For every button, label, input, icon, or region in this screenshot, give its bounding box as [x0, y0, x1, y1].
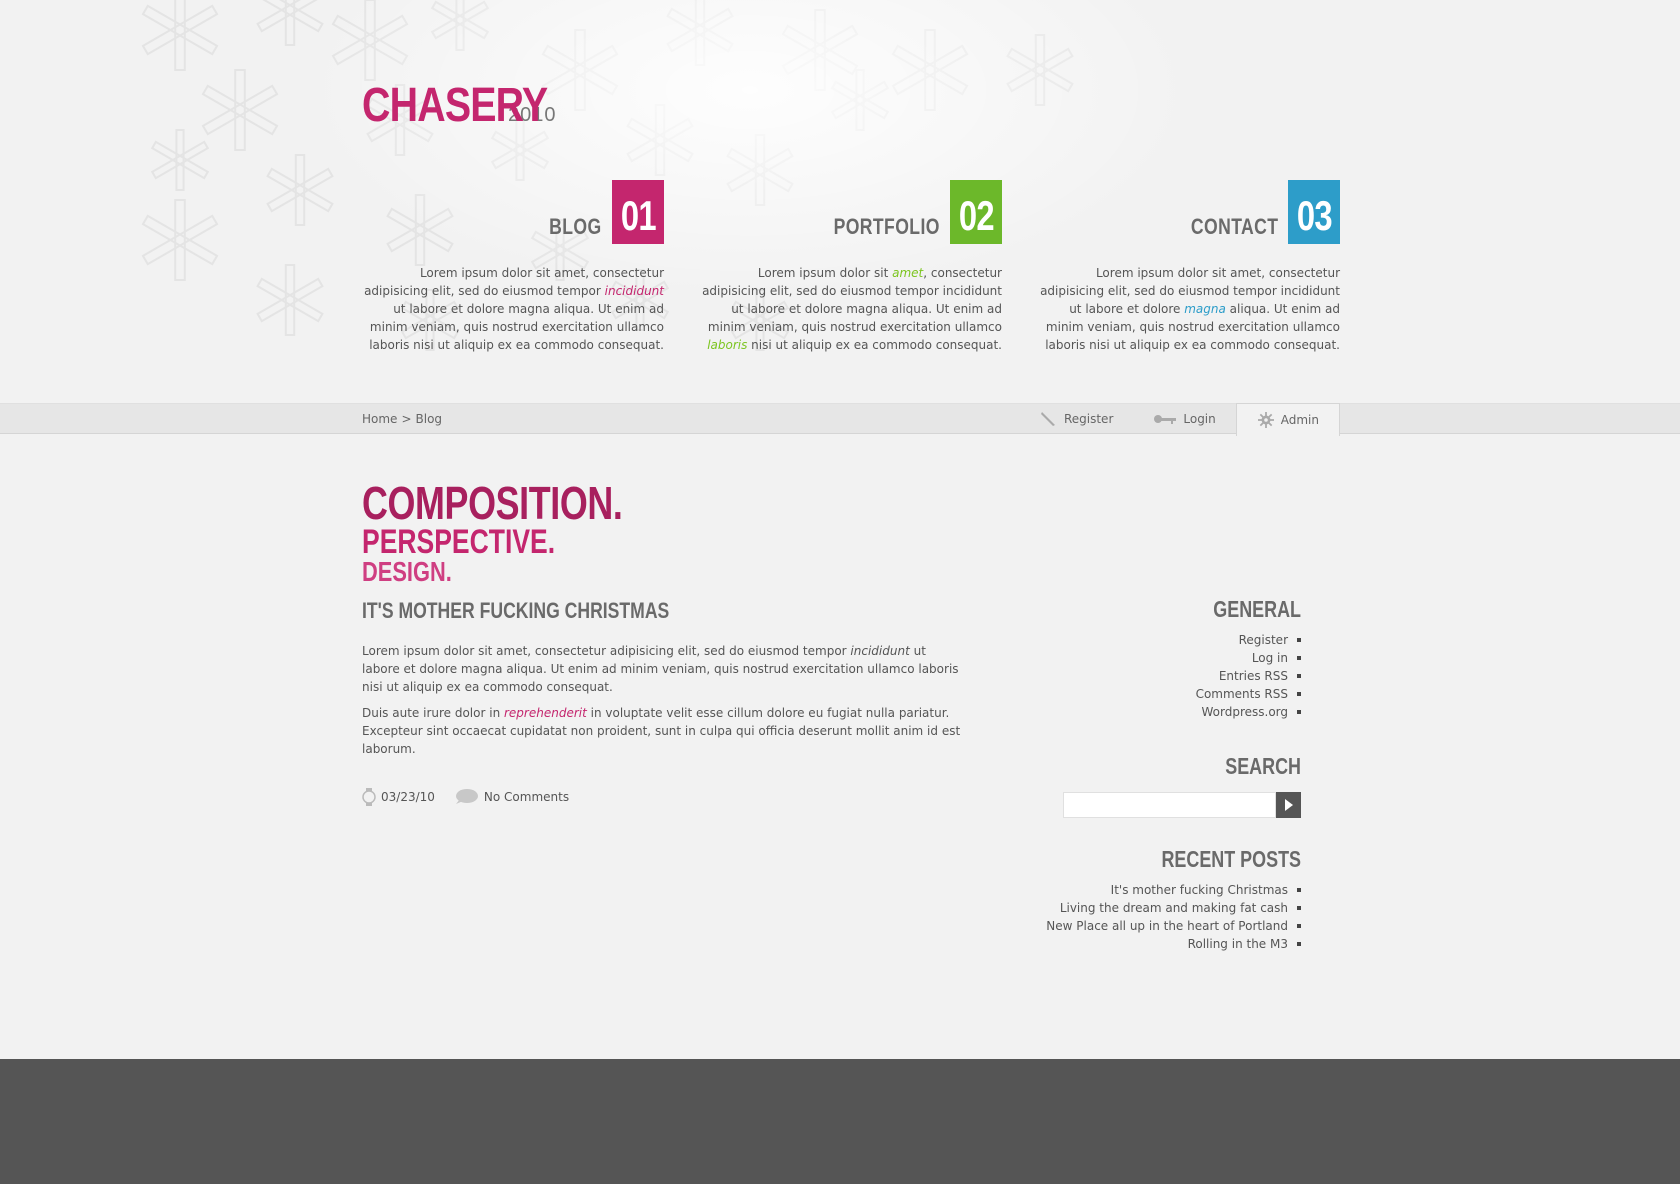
feature-contact: CONTACT 03 Lorem ipsum dolor sit amet, c…: [1040, 180, 1340, 354]
feature-portfolio-number[interactable]: 02: [950, 180, 1002, 244]
snowflake-shape: [141, 199, 219, 281]
nav-register[interactable]: Register: [1020, 403, 1133, 435]
general-link-login[interactable]: Log in: [1001, 649, 1301, 667]
nav-login-label: Login: [1183, 412, 1216, 426]
post-date: 03/23/10: [362, 788, 435, 806]
tagline-line-3: DESIGN.: [362, 556, 452, 587]
recent-posts-list: It's mother fucking Christmas Living the…: [1001, 881, 1301, 953]
snowflake-shape: [141, 0, 219, 71]
snowflake-shape: [891, 29, 969, 111]
snowflake-shape: [1006, 34, 1074, 106]
breadcrumb-separator: >: [401, 412, 412, 426]
key-icon: [1154, 415, 1177, 424]
breadcrumb: Home > Blog: [362, 412, 446, 426]
breadcrumb-home[interactable]: Home: [362, 412, 397, 426]
feature-portfolio-title[interactable]: PORTFOLIO: [834, 214, 940, 240]
post-title[interactable]: IT'S MOTHER FUCKING CHRISTMAS: [362, 598, 669, 624]
post-comments-text: No Comments: [483, 790, 570, 804]
snowflake-shape: [430, 0, 490, 51]
general-link-entries-rss[interactable]: Entries RSS: [1001, 667, 1301, 685]
post-paragraph-2: Duis aute irure dolor in reprehenderit i…: [362, 706, 961, 756]
feature-blog-number[interactable]: 01: [612, 180, 664, 244]
post-date-text: 03/23/10: [381, 790, 435, 804]
feature-portfolio-link-2[interactable]: laboris: [707, 338, 747, 352]
feature-contact-link[interactable]: magna: [1184, 302, 1226, 316]
snowflake-shape: [150, 129, 210, 191]
snowflake-shape: [256, 264, 324, 336]
snowflake-shape: [626, 104, 694, 176]
gear-icon: [1257, 412, 1274, 428]
sidebar-search: SEARCH: [1001, 755, 1301, 818]
feature-blog-title[interactable]: BLOG: [550, 214, 602, 240]
feature-blog: BLOG 01 Lorem ipsum dolor sit amet, cons…: [364, 180, 664, 354]
sidebar: GENERAL Register Log in Entries RSS Comm…: [1001, 598, 1301, 953]
clock-icon: [362, 788, 376, 806]
feature-portfolio-link-1[interactable]: amet: [892, 266, 923, 280]
general-link-wordpress[interactable]: Wordpress.org: [1001, 703, 1301, 721]
nav-login[interactable]: Login: [1133, 403, 1235, 435]
play-arrow-icon: [1284, 799, 1293, 811]
post-paragraph-1: Lorem ipsum dolor sit amet, consectetur …: [362, 644, 959, 694]
snowflake-shape: [331, 0, 409, 81]
nav-bar: Home > Blog Register Login Admin: [0, 403, 1680, 436]
recent-post-link[interactable]: Rolling in the M3: [1001, 935, 1301, 953]
tagline-line-2: PERSPECTIVE.: [362, 523, 556, 561]
recent-post-link[interactable]: Living the dream and making fat cash: [1001, 899, 1301, 917]
feature-portfolio: PORTFOLIO 02 Lorem ipsum dolor sit amet,…: [702, 180, 1002, 354]
speech-bubble-icon: [455, 789, 478, 804]
tagline: COMPOSITION. PERSPECTIVE. DESIGN.: [362, 480, 696, 586]
snowflake-shape: [201, 69, 279, 151]
general-link-register[interactable]: Register: [1001, 631, 1301, 649]
feature-blog-link[interactable]: incididunt: [605, 284, 664, 298]
post-link[interactable]: reprehenderit: [504, 706, 587, 720]
tagline-line-1: COMPOSITION.: [362, 477, 623, 529]
sidebar-search-title: SEARCH: [1225, 753, 1301, 779]
general-links: Register Log in Entries RSS Comments RSS…: [1001, 631, 1301, 721]
site-logo[interactable]: CHASERY 2010: [362, 78, 557, 133]
feature-portfolio-text: Lorem ipsum dolor sit amet, consectetur …: [702, 266, 1002, 352]
feature-contact-text: Lorem ipsum dolor sit amet, consectetur …: [1040, 266, 1340, 352]
snowflake-shape: [256, 0, 324, 46]
search-input[interactable]: [1063, 792, 1276, 818]
feature-contact-number[interactable]: 03: [1288, 180, 1340, 244]
general-link-comments-rss[interactable]: Comments RSS: [1001, 685, 1301, 703]
pencil-icon: [1040, 412, 1055, 426]
sidebar-general: GENERAL Register Log in Entries RSS Comm…: [1001, 598, 1301, 721]
post-comments[interactable]: No Comments: [453, 788, 569, 806]
search-button[interactable]: [1276, 792, 1301, 818]
post-meta: 03/23/10 No Comments: [362, 788, 962, 806]
feature-blog-text: Lorem ipsum dolor sit amet, consectetur …: [364, 266, 664, 352]
feature-contact-title[interactable]: CONTACT: [1190, 214, 1278, 240]
recent-post-link[interactable]: It's mother fucking Christmas: [1001, 881, 1301, 899]
recent-post-link[interactable]: New Place all up in the heart of Portlan…: [1001, 917, 1301, 935]
breadcrumb-current: Blog: [415, 412, 443, 426]
snowflake-shape: [266, 154, 334, 226]
sidebar-general-title: GENERAL: [1213, 596, 1301, 622]
sidebar-recent-title: RECENT POSTS: [1161, 846, 1301, 872]
sidebar-recent-posts: RECENT POSTS It's mother fucking Christm…: [1001, 848, 1301, 953]
nav-admin-label: Admin: [1280, 413, 1319, 427]
nav-admin[interactable]: Admin: [1235, 403, 1340, 436]
account-links: Register Login Admin: [1020, 403, 1340, 436]
snowflake-shape: [781, 9, 859, 91]
nav-register-label: Register: [1063, 412, 1114, 426]
snowflake-shape: [666, 0, 734, 66]
snowflake-shape: [830, 69, 890, 131]
footer: [0, 1059, 1680, 1184]
blog-post: IT'S MOTHER FUCKING CHRISTMAS Lorem ipsu…: [362, 598, 962, 806]
site-name: CHASERY: [362, 79, 548, 132]
